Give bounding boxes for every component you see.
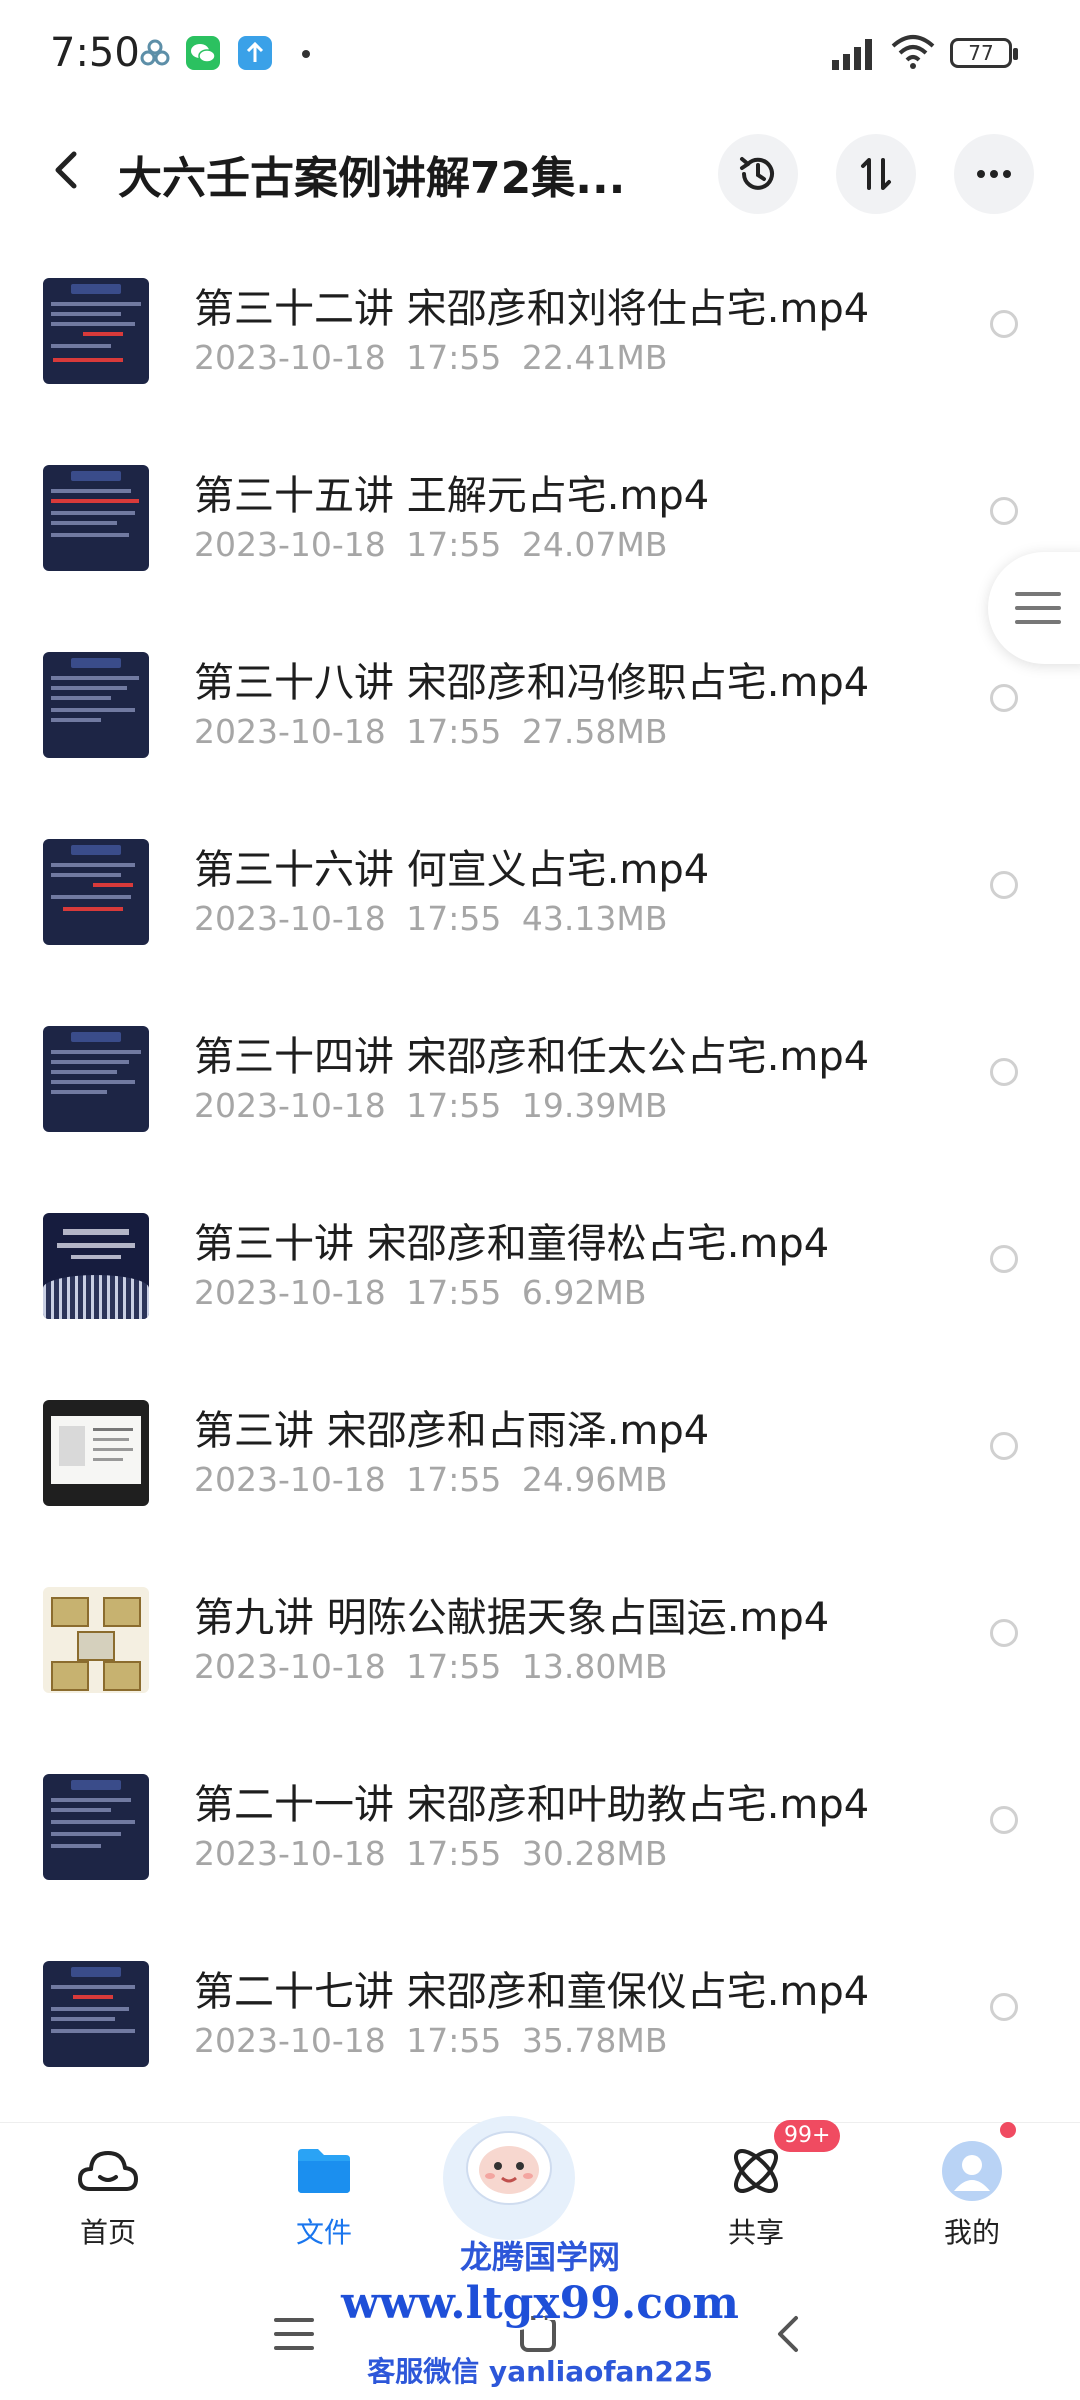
- mascot-button[interactable]: [434, 2098, 584, 2248]
- file-row[interactable]: 第三十讲 宋邵彦和童得松占宅.mp4 2023-10-18 17:55 6.92…: [0, 1197, 1080, 1384]
- select-radio[interactable]: [990, 1993, 1018, 2021]
- video-thumbnail: [43, 1961, 149, 2067]
- file-meta: 2023-10-18 17:55 24.96MB: [194, 1460, 668, 1499]
- more-button[interactable]: [954, 134, 1034, 214]
- file-meta: 2023-10-18 17:55 24.07MB: [194, 525, 668, 564]
- select-radio[interactable]: [990, 1432, 1018, 1460]
- watermark-contact: 客服微信 yanliaofan225: [367, 2355, 713, 2388]
- file-row[interactable]: 第三十四讲 宋邵彦和任太公占宅.mp4 2023-10-18 17:55 19.…: [0, 1010, 1080, 1197]
- file-meta: 2023-10-18 17:55 43.13MB: [194, 899, 668, 938]
- mascot-icon: [443, 2116, 575, 2240]
- file-meta: 2023-10-18 17:55 30.28MB: [194, 1834, 668, 1873]
- file-name: 第三十讲 宋邵彦和童得松占宅.mp4: [194, 1221, 830, 1267]
- file-name: 第二十七讲 宋邵彦和童保仪占宅.mp4: [194, 1969, 870, 2015]
- notification-dot: [302, 50, 310, 58]
- select-radio[interactable]: [990, 310, 1018, 338]
- more-icon: [977, 170, 1011, 178]
- page-title: 大六壬古案例讲解72集...: [118, 153, 626, 204]
- video-thumbnail: [43, 1400, 149, 1506]
- file-name: 第三讲 宋邵彦和占雨泽.mp4: [194, 1408, 710, 1454]
- file-meta: 2023-10-18 17:55 22.41MB: [194, 338, 668, 377]
- file-row[interactable]: 第三讲 宋邵彦和占雨泽.mp4 2023-10-18 17:55 24.96MB: [0, 1384, 1080, 1571]
- cloud-home-icon: [78, 2151, 138, 2191]
- status-bar: 7:50 77: [0, 0, 1080, 110]
- select-radio[interactable]: [990, 1806, 1018, 1834]
- atom-share-icon: [734, 2149, 778, 2193]
- select-radio[interactable]: [990, 684, 1018, 712]
- watermark-site-name: 龙腾国学网: [459, 2238, 620, 2276]
- file-meta: 2023-10-18 17:55 35.78MB: [194, 2021, 668, 2060]
- app-header: 大六壬古案例讲解72集...: [0, 120, 1080, 220]
- video-thumbnail: [43, 465, 149, 571]
- video-thumbnail: [43, 278, 149, 384]
- file-meta: 2023-10-18 17:55 13.80MB: [194, 1647, 668, 1686]
- menu-icon: [1015, 592, 1061, 624]
- upload-icon: [238, 36, 272, 70]
- history-button[interactable]: [718, 134, 798, 214]
- file-row[interactable]: 第三十五讲 王解元占宅.mp4 2023-10-18 17:55 24.07MB: [0, 449, 1080, 636]
- select-radio[interactable]: [990, 871, 1018, 899]
- video-thumbnail: [43, 839, 149, 945]
- sort-button[interactable]: [836, 134, 916, 214]
- file-name: 第三十四讲 宋邵彦和任太公占宅.mp4: [194, 1034, 870, 1080]
- back-icon: [55, 151, 77, 189]
- back-button[interactable]: [40, 142, 96, 198]
- select-radio[interactable]: [990, 1619, 1018, 1647]
- file-meta: 2023-10-18 17:55 6.92MB: [194, 1273, 647, 1312]
- file-meta: 2023-10-18 17:55 27.58MB: [194, 712, 668, 751]
- history-icon: [740, 157, 774, 190]
- file-name: 第九讲 明陈公献据天象占国运.mp4: [194, 1595, 830, 1641]
- select-radio[interactable]: [990, 1058, 1018, 1086]
- status-time: 7:50: [50, 30, 140, 76]
- watermark-url: www.ltgx99.com: [341, 2278, 739, 2329]
- file-row[interactable]: 第九讲 明陈公献据天象占国运.mp4 2023-10-18 17:55 13.8…: [0, 1571, 1080, 1758]
- video-thumbnail: [43, 1213, 149, 1319]
- battery-icon: 77: [950, 38, 1018, 68]
- video-thumbnail: [43, 652, 149, 758]
- folder-icon: [298, 2149, 350, 2193]
- file-row[interactable]: 第二十一讲 宋邵彦和叶助教占宅.mp4 2023-10-18 17:55 30.…: [0, 1758, 1080, 1945]
- file-name: 第三十二讲 宋邵彦和刘将仕占宅.mp4: [194, 286, 870, 332]
- file-list: 第三十二讲 宋邵彦和刘将仕占宅.mp4 2023-10-18 17:55 22.…: [0, 262, 1080, 2132]
- file-name: 第三十六讲 何宣义占宅.mp4: [194, 847, 710, 893]
- file-row[interactable]: 第三十二讲 宋邵彦和刘将仕占宅.mp4 2023-10-18 17:55 22.…: [0, 262, 1080, 449]
- file-name: 第三十五讲 王解元占宅.mp4: [194, 473, 710, 519]
- share-badge: 99+: [774, 2120, 841, 2152]
- video-thumbnail: [43, 1774, 149, 1880]
- file-name: 第二十一讲 宋邵彦和叶助教占宅.mp4: [194, 1782, 870, 1828]
- meeting-icon: [138, 36, 172, 70]
- video-thumbnail: [43, 1587, 149, 1693]
- signal-icon: [830, 36, 880, 74]
- profile-notification-dot: [1000, 2122, 1016, 2138]
- select-radio[interactable]: [990, 1245, 1018, 1273]
- file-row[interactable]: 第三十八讲 宋邵彦和冯修职占宅.mp4 2023-10-18 17:55 27.…: [0, 636, 1080, 823]
- select-radio[interactable]: [990, 497, 1018, 525]
- wechat-icon: [186, 36, 220, 70]
- wifi-icon: [890, 34, 936, 74]
- sort-icon: [861, 158, 891, 190]
- avatar-icon: [942, 2141, 1002, 2201]
- video-thumbnail: [43, 1026, 149, 1132]
- file-name: 第三十八讲 宋邵彦和冯修职占宅.mp4: [194, 660, 870, 706]
- file-meta: 2023-10-18 17:55 19.39MB: [194, 1086, 668, 1125]
- file-row[interactable]: 第三十六讲 何宣义占宅.mp4 2023-10-18 17:55 43.13MB: [0, 823, 1080, 1010]
